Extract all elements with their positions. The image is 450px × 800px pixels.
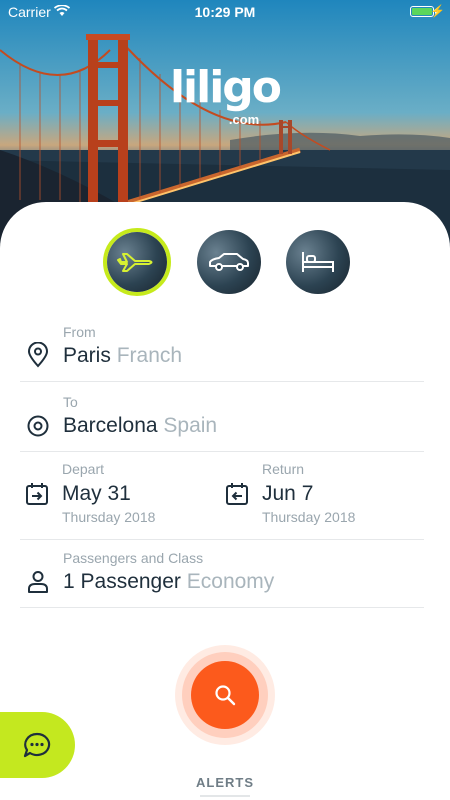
passengers-field[interactable]: Passengers and Class 1 Passenger Economy xyxy=(20,544,424,608)
from-city: Paris xyxy=(63,344,111,367)
mode-car-button[interactable] xyxy=(197,230,261,294)
passenger-count: 1 Passenger xyxy=(63,570,181,593)
from-field[interactable]: From Paris Franch xyxy=(20,318,424,382)
chat-button[interactable] xyxy=(0,712,75,778)
mode-flight-button[interactable] xyxy=(103,228,171,296)
to-city: Barcelona xyxy=(63,414,158,437)
dates-row: Depart May 31 Thursday 2018 Return Jun 7… xyxy=(20,456,424,540)
status-bar: Carrier 10:29 PM ⚡ xyxy=(0,0,450,24)
depart-label: Depart xyxy=(62,461,105,477)
passenger-class: Economy xyxy=(186,570,275,593)
depart-field[interactable]: Depart May 31 Thursday 2018 xyxy=(20,456,220,540)
passengers-label: Passengers and Class xyxy=(63,550,204,566)
bed-icon xyxy=(302,252,334,272)
plane-icon xyxy=(117,253,153,272)
return-field[interactable]: Return Jun 7 Thursday 2018 xyxy=(220,456,424,540)
depart-date: May 31 xyxy=(62,482,131,505)
person-icon xyxy=(28,571,48,593)
to-label: To xyxy=(63,394,78,410)
from-value: Paris Franch xyxy=(63,344,182,368)
charging-icon: ⚡ xyxy=(430,4,445,18)
search-button[interactable] xyxy=(191,661,259,729)
return-label: Return xyxy=(262,461,305,477)
logo-tld: .com xyxy=(228,112,260,127)
from-label: From xyxy=(63,324,96,340)
location-pin-icon xyxy=(27,342,49,368)
alerts-tab[interactable]: ALERTS xyxy=(0,775,450,790)
logo-wordmark: liligo xyxy=(169,62,282,113)
depart-weekday-year: Thursday 2018 xyxy=(62,509,156,525)
return-date: Jun 7 xyxy=(262,482,314,505)
mode-hotel-button[interactable] xyxy=(286,230,350,294)
alerts-divider xyxy=(200,795,250,797)
to-field[interactable]: To Barcelona Spain xyxy=(20,388,424,452)
from-country: Franch xyxy=(116,344,183,367)
car-icon xyxy=(209,253,249,271)
target-icon xyxy=(27,415,49,437)
liligo-logo: liligo .com xyxy=(0,62,450,128)
passengers-value: 1 Passenger Economy xyxy=(63,570,274,594)
return-weekday-year: Thursday 2018 xyxy=(262,509,356,525)
to-country: Spain xyxy=(163,414,218,437)
clock: 10:29 PM xyxy=(194,4,256,20)
chat-icon xyxy=(23,732,51,758)
calendar-return-icon xyxy=(226,483,248,505)
to-value: Barcelona Spain xyxy=(63,414,217,438)
search-icon xyxy=(215,685,236,706)
calendar-depart-icon xyxy=(26,483,48,505)
